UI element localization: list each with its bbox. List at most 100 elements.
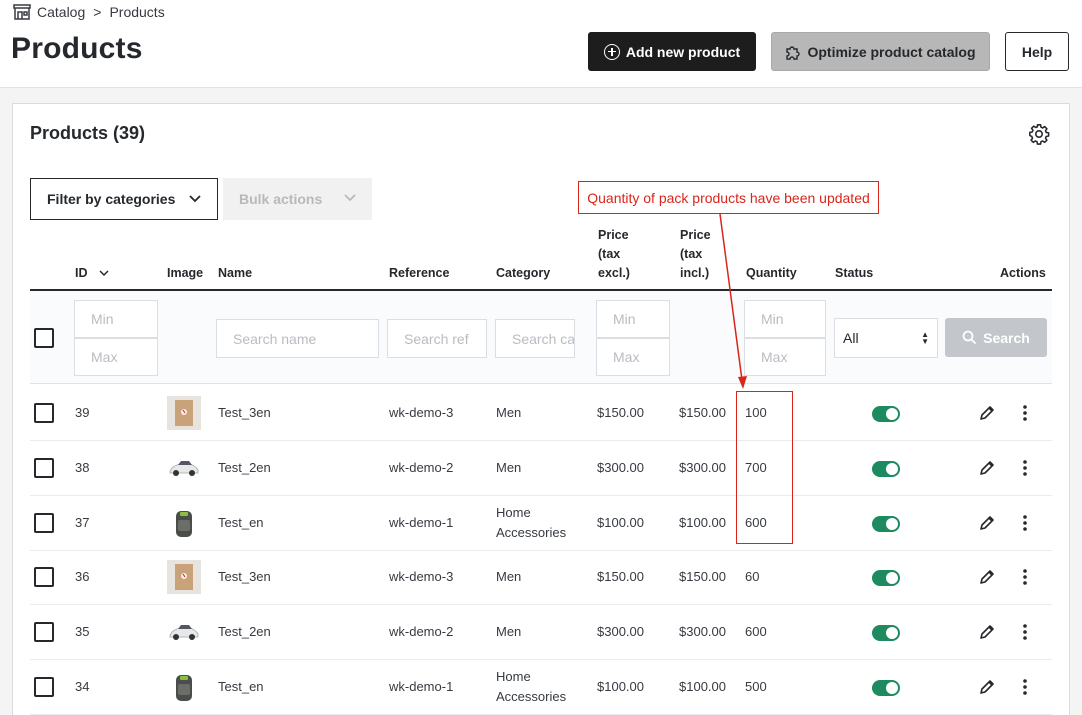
status-toggle[interactable]	[872, 406, 900, 422]
product-category: Men	[496, 405, 522, 420]
product-quantity[interactable]: 500	[745, 677, 767, 697]
breadcrumb-catalog-link[interactable]: Catalog	[37, 4, 85, 20]
product-price-excl: $100.00	[597, 679, 644, 694]
product-reference: wk-demo-2	[389, 459, 454, 475]
product-category: Men	[496, 459, 522, 475]
product-name[interactable]: Test_en	[218, 677, 264, 697]
annotation-highlight-box	[736, 391, 793, 544]
name-search-input[interactable]: Search name	[216, 319, 379, 358]
product-name[interactable]: Test_en	[218, 513, 264, 533]
products-card: Products (39) Filter by categories Bulk …	[12, 103, 1070, 715]
edit-pencil-icon[interactable]	[979, 624, 995, 640]
more-actions-icon[interactable]	[1022, 514, 1028, 532]
breadcrumb: Catalog > Products	[13, 4, 165, 20]
column-header-image: Image	[167, 266, 204, 280]
product-quantity[interactable]: 600	[745, 622, 767, 642]
status-toggle[interactable]	[872, 460, 900, 477]
product-category: Men	[496, 624, 522, 640]
breadcrumb-current: Products	[109, 4, 165, 20]
chevron-down-icon	[344, 194, 356, 202]
product-name[interactable]: Test_3en	[218, 567, 271, 587]
price-max-input[interactable]: Max	[596, 338, 670, 376]
category-search-input[interactable]: Search ca	[495, 319, 575, 358]
status-toggle[interactable]	[872, 680, 900, 696]
product-quantity[interactable]: 60	[745, 567, 759, 587]
product-name[interactable]: Test_2en	[218, 458, 271, 478]
bulk-actions-label: Bulk actions	[239, 191, 323, 207]
column-header-status[interactable]: Status	[835, 264, 873, 283]
product-name[interactable]: Test_2en	[218, 622, 271, 642]
price-min-input[interactable]: Min	[596, 300, 670, 338]
select-arrows-icon: ▲ ▼	[921, 330, 929, 346]
store-icon	[13, 4, 31, 20]
product-reference: wk-demo-2	[389, 624, 454, 640]
status-filter-select[interactable]: All ▲ ▼	[834, 318, 938, 358]
search-button[interactable]: Search	[945, 318, 1047, 357]
filter-by-categories-label: Filter by categories	[47, 191, 176, 207]
status-toggle[interactable]	[872, 625, 900, 642]
column-header-price-incl[interactable]: Price (tax incl.)	[680, 226, 711, 283]
optimize-catalog-label: Optimize product catalog	[807, 43, 976, 60]
more-actions-icon[interactable]	[1022, 678, 1028, 696]
add-new-product-button[interactable]: Add new product	[588, 32, 756, 71]
column-header-quantity[interactable]: Quantity	[746, 264, 797, 283]
status-toggle[interactable]	[872, 515, 900, 532]
product-price-excl: $300.00	[597, 459, 644, 475]
reference-search-input[interactable]: Search ref	[387, 319, 487, 358]
column-header-price-excl[interactable]: Price (tax excl.)	[598, 226, 630, 283]
table-row: 35 Test_2en wk-demo-2 Men $300.00 $300.00 600	[30, 605, 1052, 661]
bulk-actions-dropdown[interactable]: Bulk actions	[223, 178, 372, 220]
table-row: 37 Test_en wk-demo-1 Home Accessories $100.00…	[30, 496, 1052, 551]
product-thumbnail	[167, 560, 201, 595]
add-circle-icon	[603, 43, 620, 60]
products-count-title: Products (39)	[30, 123, 146, 143]
id-min-input[interactable]: Min	[74, 300, 158, 338]
edit-pencil-icon[interactable]	[979, 569, 995, 585]
product-price-excl: $300.00	[597, 624, 644, 640]
edit-pencil-icon[interactable]	[979, 405, 995, 421]
filter-by-categories-dropdown[interactable]: Filter by categories	[30, 178, 218, 220]
column-header-reference[interactable]: Reference	[389, 264, 449, 283]
product-id: 38	[75, 459, 90, 475]
table-row: 36 Test_3en wk-demo-3 Men $150.00 $150.00 60	[30, 550, 1052, 606]
column-header-category[interactable]: Category	[496, 264, 550, 283]
optimize-catalog-button[interactable]: Optimize product catalog	[771, 32, 990, 71]
more-actions-icon[interactable]	[1022, 568, 1028, 586]
breadcrumb-separator: >	[93, 4, 102, 20]
product-reference: wk-demo-1	[389, 514, 454, 530]
edit-pencil-icon[interactable]	[979, 679, 995, 695]
edit-pencil-icon[interactable]	[979, 515, 995, 531]
product-reference: wk-demo-1	[389, 679, 454, 694]
gear-icon[interactable]	[1028, 123, 1050, 145]
row-checkbox[interactable]	[34, 403, 54, 423]
product-price-incl: $100.00	[679, 514, 726, 530]
product-price-incl: $150.00	[679, 569, 726, 585]
column-header-name[interactable]: Name	[218, 264, 252, 283]
product-name[interactable]: Test_3en	[218, 403, 271, 423]
select-all-checkbox[interactable]	[34, 328, 54, 348]
column-header-id[interactable]: ID	[75, 264, 109, 283]
more-actions-icon[interactable]	[1022, 623, 1028, 641]
table-row: 34 Test_en wk-demo-1 Home Accessories $100.00…	[30, 660, 1052, 715]
search-button-label: Search	[983, 329, 1030, 346]
row-checkbox[interactable]	[34, 677, 54, 697]
product-category: Home Accessories	[496, 504, 567, 540]
quantity-min-input[interactable]: Min	[744, 300, 826, 338]
product-price-excl: $100.00	[597, 514, 644, 530]
quantity-max-input[interactable]: Max	[744, 338, 826, 376]
more-actions-icon[interactable]	[1022, 404, 1028, 422]
product-thumbnail	[167, 396, 201, 430]
sort-down-icon	[99, 270, 109, 277]
search-icon	[962, 330, 977, 345]
row-checkbox[interactable]	[34, 512, 54, 533]
row-checkbox[interactable]	[34, 622, 54, 643]
product-id: 35	[75, 624, 90, 640]
more-actions-icon[interactable]	[1022, 459, 1028, 477]
product-price-incl: $300.00	[679, 624, 726, 640]
id-max-input[interactable]: Max	[74, 338, 158, 376]
edit-pencil-icon[interactable]	[979, 460, 995, 476]
row-checkbox[interactable]	[34, 567, 54, 588]
status-toggle[interactable]	[872, 570, 900, 587]
row-checkbox[interactable]	[34, 457, 54, 478]
help-button[interactable]: Help	[1005, 32, 1069, 71]
